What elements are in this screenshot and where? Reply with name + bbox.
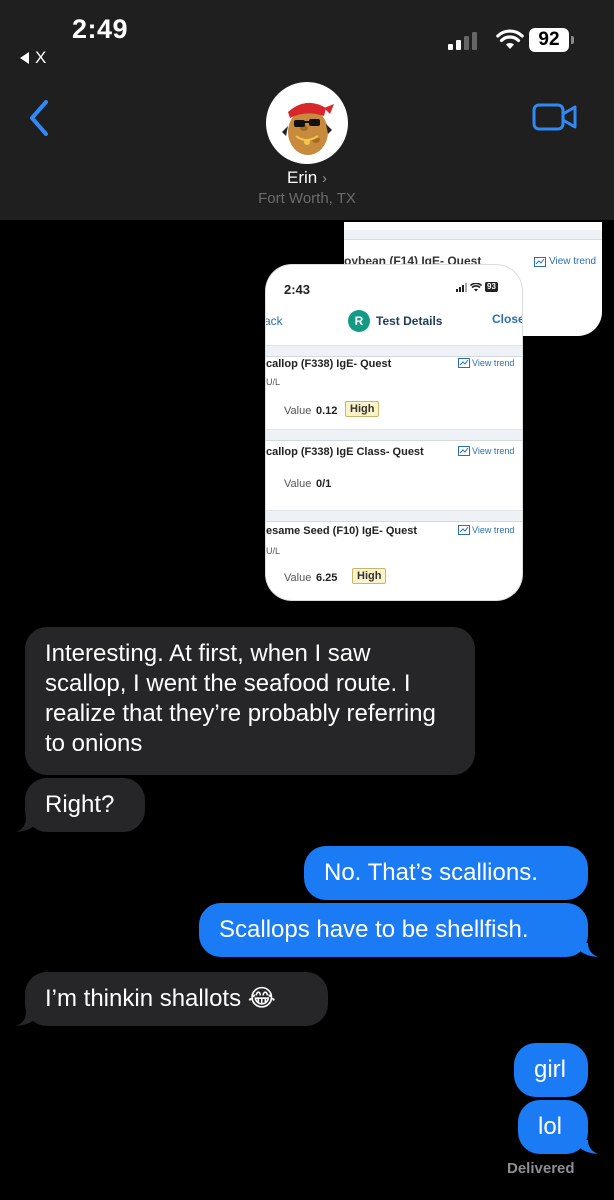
delivery-status: Delivered (507, 1160, 575, 1177)
section-divider (344, 230, 602, 240)
outgoing-message-bubble[interactable]: lol (518, 1100, 588, 1154)
contact-name[interactable]: Erin › (0, 168, 614, 188)
value-label: Value (284, 405, 312, 417)
back-chevron-icon[interactable] (26, 98, 50, 138)
screenshot-title: Test Details (376, 314, 443, 328)
contact-location: Fort Worth, TX (258, 190, 356, 207)
bubble-tail (16, 1012, 34, 1026)
back-app-label: X (35, 48, 47, 67)
screenshot-back-label: ack (266, 314, 283, 328)
status-time: 2:49 (72, 14, 129, 44)
view-trend-link: View trend (458, 358, 514, 368)
screenshot-status-icons: 93 (456, 282, 498, 292)
view-trend-link: View trend (458, 525, 514, 535)
test-unit: U/L (266, 377, 281, 387)
value-label: Value (284, 478, 312, 490)
view-trend-label: View trend (549, 256, 597, 267)
contact-avatar[interactable] (266, 82, 348, 164)
trend-chart-icon (458, 446, 470, 456)
incoming-message-bubble[interactable]: Interesting. At first, when I saw scallo… (25, 627, 475, 775)
value-label: Value (284, 572, 312, 584)
cellular-signal-icon (448, 30, 477, 50)
test-row-title: esame Seed (F10) IgE- Quest (266, 525, 417, 537)
test-row-title: callop (F338) IgE Class- Quest (266, 446, 424, 458)
attachment-image-front[interactable]: 2:43 93 ack R Test Details Close callop … (266, 265, 522, 600)
view-trend-link: View trend (458, 446, 514, 456)
trend-chart-icon (458, 358, 470, 368)
test-row-title: callop (F338) IgE- Quest (266, 358, 392, 370)
high-flag-badge: High (345, 401, 380, 417)
trend-chart-icon (534, 256, 546, 267)
outgoing-message-bubble[interactable]: girl (514, 1043, 588, 1097)
bubble-tail (580, 943, 598, 957)
wifi-icon (496, 29, 524, 49)
app-logo: R (348, 310, 370, 332)
screenshot-battery: 93 (485, 282, 498, 292)
test-value: 0.12 (316, 405, 338, 417)
screenshot-close-label: Close (492, 312, 522, 326)
chevron-right-icon: › (321, 170, 327, 187)
contact-name-label: Erin (287, 168, 318, 187)
view-trend-label: View trend (472, 525, 515, 535)
battery-indicator: 92 (529, 28, 574, 52)
test-value: 6.25 (316, 572, 338, 584)
conversation-header: 2:49 X 92 Erin › Fort Worth, TX (0, 0, 614, 220)
wifi-icon (470, 282, 482, 291)
test-value: 0/1 (316, 478, 332, 490)
view-trend-label: View trend (472, 358, 515, 368)
trend-chart-icon (458, 525, 470, 535)
high-flag-badge: High (352, 568, 387, 584)
section-divider (266, 510, 522, 522)
section-divider (266, 345, 522, 357)
bubble-tail (16, 818, 34, 832)
nugget-avatar-icon (282, 102, 334, 155)
back-to-app-link[interactable]: X (20, 48, 46, 68)
section-divider (266, 429, 522, 441)
incoming-message-bubble[interactable]: I’m thinkin shallots 😂 (25, 972, 328, 1026)
test-unit: U/L (266, 546, 281, 556)
screenshot-time: 2:43 (284, 282, 311, 297)
video-call-icon[interactable] (532, 102, 578, 132)
view-trend-label: View trend (472, 446, 515, 456)
screenshot-nav-bar: ack R Test Details Close (266, 308, 522, 338)
signal-icon (456, 282, 467, 292)
outgoing-message-bubble[interactable]: No. That’s scallions. (304, 846, 588, 900)
bubble-tail (580, 1140, 598, 1154)
back-triangle-icon (20, 52, 29, 64)
outgoing-message-bubble[interactable]: Scallops have to be shellfish. (199, 903, 588, 957)
view-trend-link: View trend (534, 256, 596, 267)
incoming-message-bubble[interactable]: Right? (25, 778, 145, 832)
